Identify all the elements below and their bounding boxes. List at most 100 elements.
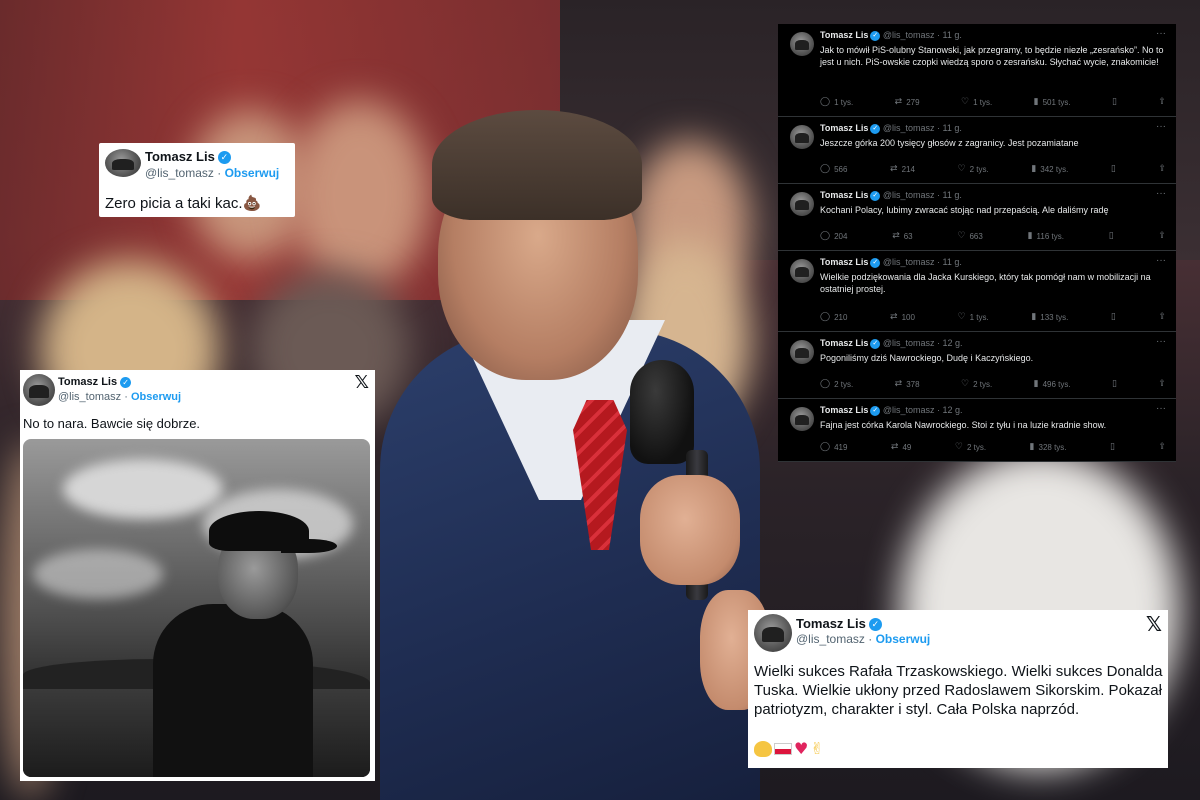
repost-button[interactable]: ⇄ 100 [890, 312, 915, 322]
like-button[interactable]: ♡ 2 tys. [961, 379, 992, 389]
thread-tweet[interactable]: Tomasz Lis ✓ @lis_tomasz · 11 g. ··· Jeszcz… [778, 117, 1176, 184]
author-name[interactable]: Tomasz Lis ✓ @lis_tomasz · 11 g. [820, 30, 962, 41]
views-button[interactable]: ▮ 496 tys. [1034, 379, 1071, 389]
like-button[interactable]: ♡ 2 tys. [955, 442, 986, 452]
reply-button[interactable]: ◯ 1 tys. [820, 97, 853, 107]
more-options-icon[interactable]: ··· [1156, 188, 1166, 199]
like-button[interactable]: ♡ 2 tys. [958, 164, 989, 174]
thread-tweet[interactable]: Tomasz Lis ✓ @lis_tomasz · 11 g. ··· Wielki… [778, 251, 1176, 332]
author-handle-time[interactable]: @lis_tomasz · 11 g. [883, 190, 962, 200]
like-button[interactable]: ♡ 663 [957, 231, 982, 241]
avatar[interactable] [790, 407, 814, 431]
like-count: 663 [969, 231, 983, 241]
views-button[interactable]: ▮ 116 tys. [1028, 231, 1064, 241]
x-logo-icon[interactable]: 𝕏 [1146, 612, 1162, 636]
author-name-text[interactable]: Tomasz Lis [145, 149, 215, 164]
author-handle-time[interactable]: @lis_tomasz · 12 g. [883, 338, 963, 348]
avatar[interactable] [790, 32, 814, 56]
repost-count: 378 [906, 379, 920, 389]
reply-button[interactable]: ◯ 419 [820, 442, 847, 452]
reply-button[interactable]: ◯ 2 tys. [820, 379, 853, 389]
avatar[interactable] [23, 374, 55, 406]
repost-button[interactable]: ⇄ 378 [895, 379, 920, 389]
reply-button[interactable]: ◯ 210 [820, 312, 847, 322]
tweet-photo[interactable] [23, 439, 370, 777]
avatar[interactable] [790, 192, 814, 216]
author-name[interactable]: Tomasz Lis ✓ @lis_tomasz · 11 g. [820, 123, 962, 134]
author-handle-time[interactable]: @lis_tomasz · 11 g. [883, 257, 962, 267]
tweet-card-1: Tomasz Lis ✓ @lis_tomasz · Obserwuj Zero … [99, 143, 295, 217]
avatar[interactable] [790, 259, 814, 283]
author-name-text[interactable]: Tomasz Lis [820, 30, 868, 40]
author-name[interactable]: Tomasz Lis ✓ @lis_tomasz · 11 g. [820, 190, 962, 201]
reply-button[interactable]: ◯ 204 [820, 231, 847, 241]
views-button[interactable]: ▮ 342 tys. [1031, 164, 1068, 174]
repost-icon: ⇄ [894, 97, 903, 107]
author-name[interactable]: Tomasz Lis ✓ @lis_tomasz · 12 g. [820, 338, 963, 349]
follow-button[interactable]: Obserwuj [876, 632, 931, 646]
share-button[interactable]: ⇪ [1158, 231, 1166, 241]
bookmark-button[interactable]: ▯ [1109, 231, 1114, 241]
views-button[interactable]: ▮ 133 tys. [1031, 312, 1068, 322]
more-options-icon[interactable]: ··· [1156, 255, 1166, 266]
avatar[interactable] [754, 614, 792, 652]
author-name[interactable]: Tomasz Lis ✓ @lis_tomasz · 11 g. [820, 257, 962, 268]
author-name-text[interactable]: Tomasz Lis [796, 616, 866, 631]
follow-button[interactable]: Obserwuj [131, 391, 181, 403]
author-name[interactable]: Tomasz Lis ✓ [58, 376, 132, 388]
thread-tweet[interactable]: Tomasz Lis ✓ @lis_tomasz · 12 g. ··· Pogoni… [778, 332, 1176, 399]
author-name-text[interactable]: Tomasz Lis [820, 405, 868, 415]
view-count: 496 tys. [1042, 379, 1071, 389]
follow-button[interactable]: Obserwuj [225, 166, 280, 180]
author-name-text[interactable]: Tomasz Lis [58, 376, 117, 388]
author-handle-time[interactable]: @lis_tomasz · 11 g. [883, 123, 962, 133]
bookmark-button[interactable]: ▯ [1111, 164, 1116, 174]
author-name-text[interactable]: Tomasz Lis [820, 190, 868, 200]
repost-button[interactable]: ⇄ 63 [892, 231, 912, 241]
bookmark-button[interactable]: ▯ [1111, 312, 1116, 322]
x-logo-icon[interactable]: 𝕏 [354, 372, 369, 393]
share-button[interactable]: ⇪ [1158, 164, 1166, 174]
author-name[interactable]: Tomasz Lis ✓ @lis_tomasz · 12 g. [820, 405, 963, 416]
author-handle[interactable]: @lis_tomasz [58, 391, 121, 403]
more-options-icon[interactable]: ··· [1156, 403, 1166, 414]
reply-button[interactable]: ◯ 566 [820, 164, 847, 174]
more-options-icon[interactable]: ··· [1156, 121, 1166, 132]
views-button[interactable]: ▮ 328 tys. [1030, 442, 1067, 452]
share-button[interactable]: ⇪ [1158, 97, 1166, 107]
repost-button[interactable]: ⇄ 49 [891, 442, 911, 452]
like-button[interactable]: ♡ 1 tys. [958, 312, 989, 322]
author-handle-time[interactable]: @lis_tomasz · 11 g. [883, 30, 962, 40]
thread-tweet[interactable]: Tomasz Lis ✓ @lis_tomasz · 12 g. ··· Fajna … [778, 399, 1176, 462]
bookmark-button[interactable]: ▯ [1112, 97, 1117, 107]
tweet-meta: @lis_tomasz · Obserwuj [58, 391, 181, 403]
views-button[interactable]: ▮ 501 tys. [1034, 97, 1071, 107]
avatar[interactable] [105, 149, 141, 177]
thread-tweet[interactable]: Tomasz Lis ✓ @lis_tomasz · 11 g. ··· Jak to… [778, 24, 1176, 117]
author-handle[interactable]: @lis_tomasz [796, 632, 865, 646]
poland-flag-icon [774, 742, 792, 755]
author-name-text[interactable]: Tomasz Lis [820, 123, 868, 133]
like-icon: ♡ [960, 379, 970, 389]
author-handle[interactable]: @lis_tomasz [145, 166, 214, 180]
bookmark-button[interactable]: ▯ [1112, 379, 1117, 389]
bookmark-button[interactable]: ▯ [1110, 442, 1115, 452]
crowd-face [290, 100, 430, 290]
share-button[interactable]: ⇪ [1158, 442, 1166, 452]
share-button[interactable]: ⇪ [1158, 379, 1166, 389]
more-options-icon[interactable]: ··· [1156, 28, 1166, 39]
author-name[interactable]: Tomasz Lis ✓ [145, 149, 231, 165]
author-name-text[interactable]: Tomasz Lis [820, 338, 868, 348]
avatar[interactable] [790, 340, 814, 364]
avatar[interactable] [790, 125, 814, 149]
reply-icon: ◯ [820, 97, 831, 107]
thread-tweet[interactable]: Tomasz Lis ✓ @lis_tomasz · 11 g. ··· Kochan… [778, 184, 1176, 251]
more-options-icon[interactable]: ··· [1156, 336, 1166, 347]
share-button[interactable]: ⇪ [1158, 312, 1166, 322]
author-handle-time[interactable]: @lis_tomasz · 12 g. [883, 405, 963, 415]
like-button[interactable]: ♡ 1 tys. [961, 97, 992, 107]
author-name-text[interactable]: Tomasz Lis [820, 257, 868, 267]
repost-button[interactable]: ⇄ 279 [895, 97, 920, 107]
author-name[interactable]: Tomasz Lis ✓ [796, 616, 882, 632]
repost-button[interactable]: ⇄ 214 [890, 164, 915, 174]
